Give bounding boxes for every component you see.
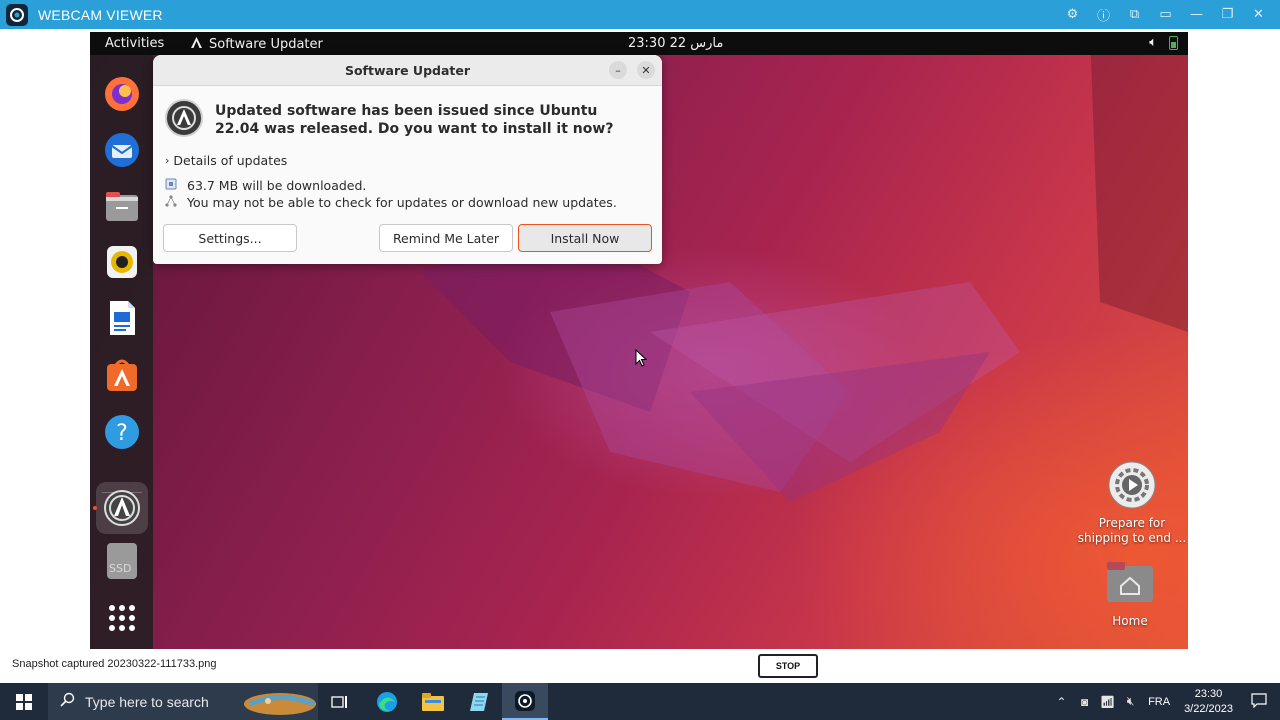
- webcam-logo-icon: [6, 3, 28, 26]
- software-updater-small-icon: [190, 36, 203, 53]
- gear-icon[interactable]: ⚙: [1057, 0, 1088, 29]
- search-placeholder: Type here to search: [85, 693, 209, 710]
- notification-icon[interactable]: [1247, 692, 1270, 711]
- app-menu-label: Software Updater: [209, 37, 323, 52]
- download-size-row: 63.7 MB will be downloaded.: [165, 178, 366, 193]
- language-indicator[interactable]: FRA: [1148, 696, 1170, 708]
- webcam-viewer-taskbar-icon[interactable]: [502, 683, 548, 720]
- taskbar-time: 23:30: [1194, 687, 1223, 700]
- download-size-text: 63.7 MB will be downloaded.: [187, 178, 367, 193]
- app-menu[interactable]: Software Updater: [190, 36, 323, 53]
- stop-button[interactable]: STOP: [758, 654, 818, 678]
- taskbar-date: 3/22/2023: [1184, 702, 1233, 715]
- system-tray: ⌃ ◙ 📶︎ 🔇︎ FRA 23:30 3/22/2023: [1050, 683, 1280, 720]
- home-folder-icon[interactable]: Home: [1102, 560, 1158, 628]
- start-button[interactable]: [0, 683, 48, 720]
- task-view-icon[interactable]: [317, 683, 363, 720]
- clock[interactable]: 23:30 مارس 22: [628, 36, 723, 51]
- chevron-up-icon[interactable]: ⌃: [1050, 695, 1073, 709]
- running-indicator: [93, 506, 97, 510]
- show-apps-icon[interactable]: [102, 598, 142, 638]
- svg-text:?: ?: [116, 421, 128, 446]
- gear-play-icon: [1108, 461, 1156, 509]
- package-icon: [165, 178, 177, 193]
- wifi-icon[interactable]: 📶︎: [1096, 695, 1119, 709]
- volume-icon: 🔈︎: [1149, 35, 1157, 50]
- dialog-title: Software Updater: [344, 63, 471, 78]
- home-label: Home: [1112, 614, 1148, 628]
- gnome-top-bar: Activities Software Updater 23:30 مارس 2…: [90, 32, 1188, 55]
- viewer-title-bar: WEBCAM VIEWER ⚙ ⓘ ⧉ ▭ — ❐ ✕: [0, 0, 1280, 29]
- dialog-header: Software Updater – ✕: [153, 55, 662, 86]
- battery-icon: [1169, 35, 1178, 50]
- ssd-label: SSD: [109, 562, 132, 575]
- app-center-icon[interactable]: [102, 355, 142, 395]
- firefox-icon[interactable]: [102, 74, 142, 114]
- search-highlight-image: [244, 693, 316, 715]
- snapshot-status: Snapshot captured 20230322-111733.png: [12, 658, 217, 670]
- writer-icon[interactable]: [102, 298, 142, 338]
- close-icon[interactable]: ✕: [637, 61, 655, 79]
- ssd-drive-icon[interactable]: SSD: [102, 541, 142, 581]
- ubuntu-desktop: Activities Software Updater 23:30 مارس 2…: [90, 32, 1188, 649]
- windows-logo-icon: [16, 693, 32, 710]
- rhythmbox-icon[interactable]: [102, 242, 142, 282]
- search-icon: [60, 692, 75, 712]
- volume-muted-icon[interactable]: 🔇︎: [1119, 694, 1142, 709]
- restore-icon[interactable]: ❐: [1212, 0, 1243, 29]
- popout-icon[interactable]: ⧉: [1119, 0, 1150, 29]
- dock: ? SSD: [90, 55, 153, 649]
- close-icon[interactable]: ✕: [1243, 0, 1274, 29]
- window-icon[interactable]: ▭: [1150, 0, 1181, 29]
- software-updater-dialog: Software Updater – ✕ Updated software ha…: [153, 55, 662, 264]
- warning-text: You may not be able to check for updates…: [187, 195, 617, 210]
- chevron-right-icon: ›: [165, 154, 170, 167]
- warning-row: You may not be able to check for updates…: [165, 195, 617, 210]
- files-icon[interactable]: [102, 186, 142, 226]
- mouse-cursor-icon: [635, 349, 647, 367]
- settings-button[interactable]: Settings...: [163, 224, 297, 252]
- system-status[interactable]: 🔈︎: [1149, 35, 1178, 50]
- help-icon[interactable]: ?: [102, 412, 142, 452]
- activities-button[interactable]: Activities: [105, 36, 164, 51]
- minimize-icon[interactable]: –: [609, 61, 627, 79]
- dialog-headline: Updated software has been issued since U…: [215, 103, 614, 137]
- remind-later-button[interactable]: Remind Me Later: [379, 224, 513, 252]
- updater-icon: [165, 99, 203, 137]
- windows-taskbar: Type here to search ⌃ ◙ 📶︎ 🔇︎ FRA 23:30 …: [0, 683, 1280, 720]
- home-icon: [1107, 562, 1153, 602]
- notepad-icon[interactable]: [456, 683, 502, 720]
- meet-now-icon[interactable]: ◙: [1073, 695, 1096, 709]
- file-explorer-icon[interactable]: [410, 683, 456, 720]
- network-icon: [165, 195, 177, 210]
- software-updater-icon[interactable]: [96, 482, 148, 534]
- details-label: Details of updates: [173, 153, 288, 168]
- install-now-button[interactable]: Install Now: [518, 224, 652, 252]
- minimize-icon[interactable]: —: [1181, 0, 1212, 29]
- viewer-title: WEBCAM VIEWER: [38, 6, 163, 23]
- prepare-shipping-icon[interactable]: Prepare for shipping to end ...: [1072, 460, 1188, 546]
- taskbar-search[interactable]: Type here to search: [48, 683, 318, 720]
- thunderbird-icon[interactable]: [102, 130, 142, 170]
- info-icon[interactable]: ⓘ: [1088, 0, 1119, 29]
- prepare-shipping-label: Prepare for shipping to end ...: [1077, 516, 1187, 545]
- taskbar-clock[interactable]: 23:30 3/22/2023: [1184, 687, 1233, 717]
- details-expander[interactable]: › Details of updates: [165, 153, 287, 168]
- edge-icon[interactable]: [364, 683, 410, 720]
